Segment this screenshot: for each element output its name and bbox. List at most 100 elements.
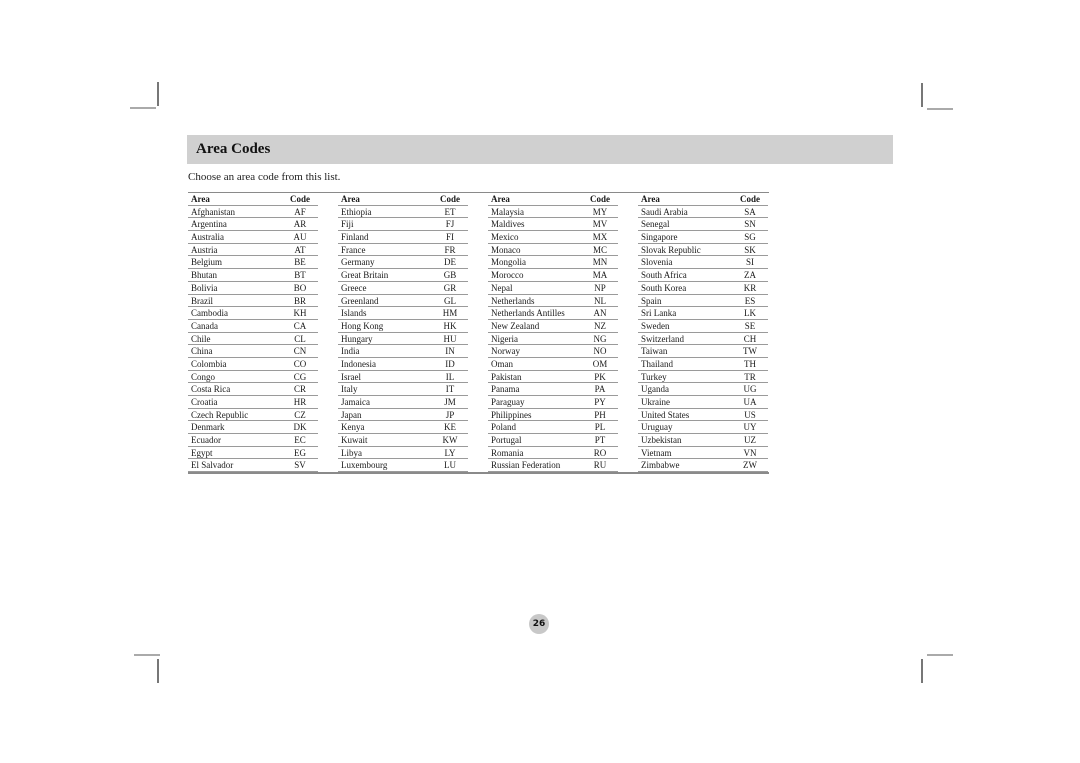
area-name: Jamaica [341, 397, 370, 407]
area-code: EG [294, 447, 306, 458]
table-row: Netherlands Antilles AN [488, 307, 618, 320]
table-row: Afghanistan AF [188, 206, 318, 219]
table-row: Senegal SN [638, 218, 768, 232]
area-name: Maldives [491, 219, 525, 230]
table-row: Zimbabwe ZW [638, 459, 768, 473]
area-name: Monaco [491, 244, 521, 255]
table-row: Belgium BE [188, 256, 318, 270]
table-row: Fiji FJ [338, 218, 468, 232]
page-number: 26 [529, 614, 549, 634]
table-row: Singapore SG [638, 231, 768, 244]
area-code: LY [444, 447, 456, 458]
table-row: Romania RO [488, 447, 618, 460]
area-code: ID [445, 358, 455, 369]
area-name: Uruguay [641, 422, 673, 433]
table-row: Hong Kong HK [338, 320, 468, 333]
area-name: Norway [491, 346, 520, 357]
area-code: PH [594, 409, 606, 420]
table-row: Italy IT [338, 383, 468, 396]
table-row: Brazil BR [188, 295, 318, 308]
area-name: Brazil [191, 295, 213, 306]
header-code: Code [590, 194, 610, 204]
area-code: UY [743, 422, 757, 433]
area-code: CG [293, 371, 307, 382]
table-row: Mexico MX [488, 231, 618, 244]
area-code: OM [592, 358, 608, 369]
table-row: New Zealand NZ [488, 320, 618, 333]
area-code: AT [294, 244, 306, 255]
table-row: China CN [188, 345, 318, 358]
area-code: BT [294, 270, 306, 281]
table-row: Cambodia KH [188, 307, 318, 320]
area-name: Singapore [641, 232, 678, 243]
area-name: Poland [491, 422, 517, 433]
table-row: Kenya KE [338, 421, 468, 435]
area-code: CZ [294, 409, 306, 420]
area-name: Russian Federation [491, 460, 561, 471]
crop-mark [130, 107, 156, 109]
area-name: Hong Kong [341, 320, 384, 331]
area-code: NL [594, 295, 606, 306]
area-name: Netherlands [491, 295, 535, 306]
area-code: US [744, 409, 756, 420]
area-code: AF [294, 206, 306, 217]
area-name: Oman [491, 358, 513, 369]
area-name: Sri Lanka [641, 308, 677, 319]
area-code: CA [293, 320, 307, 331]
area-name: Israel [341, 371, 361, 382]
table-row: Egypt EG [188, 447, 318, 460]
table-row: Portugal PT [488, 434, 618, 447]
area-code: IT [445, 384, 455, 395]
table-row: Netherlands NL [488, 295, 618, 308]
table-row: Slovak Republic SK [638, 244, 768, 257]
area-name: United States [641, 409, 690, 420]
table-row: Costa Rica CR [188, 383, 318, 396]
area-code: UZ [744, 435, 756, 446]
table-column: Area Code Saudi Arabia SA Senegal SN Singapore… [638, 193, 768, 473]
area-name: Romania [491, 447, 524, 458]
area-code: VN [743, 447, 757, 458]
area-code: PL [594, 422, 606, 433]
area-name: Uganda [641, 384, 669, 395]
table-row: Great Britain GB [338, 269, 468, 282]
area-code: GR [443, 282, 457, 293]
crop-mark [927, 108, 953, 110]
table-row: Paraguay PY [488, 396, 618, 409]
table-row: Pakistan PK [488, 371, 618, 384]
area-code: EC [294, 435, 306, 446]
area-name: Paraguay [491, 397, 525, 407]
header-code: Code [440, 194, 460, 204]
table-row: Greenland GL [338, 295, 468, 308]
area-name: Senegal [641, 219, 670, 230]
area-code: DE [444, 257, 456, 268]
table-row: Kuwait KW [338, 434, 468, 447]
area-name: Nigeria [491, 333, 518, 344]
table-row: Denmark DK [188, 421, 318, 435]
area-name: Kuwait [341, 435, 368, 446]
area-code: KW [442, 435, 458, 446]
area-name: Canada [191, 320, 218, 331]
area-code: SK [744, 244, 756, 255]
area-name: Japan [341, 409, 362, 420]
table-row: Sri Lanka LK [638, 307, 768, 320]
area-name: Afghanistan [191, 206, 235, 217]
area-code: UG [743, 384, 757, 395]
area-name: Argentina [191, 219, 227, 230]
table-row: Congo CG [188, 371, 318, 384]
area-name: Thailand [641, 358, 673, 369]
area-code: FJ [445, 219, 455, 230]
table-column: Area Code Afghanistan AF Argentina AR Australi… [188, 193, 318, 473]
area-name: Bhutan [191, 270, 217, 281]
table-row: Maldives MV [488, 218, 618, 232]
table-column: Area Code Ethiopia ET Fiji FJ Finland FI France F… [338, 193, 468, 473]
table-row: Chile CL [188, 333, 318, 346]
area-name: Australia [191, 232, 224, 243]
table-row: Taiwan TW [638, 345, 768, 358]
area-code: SE [744, 320, 756, 331]
area-name: Nepal [491, 282, 513, 293]
table-row: Libya LY [338, 447, 468, 460]
table-row: Canada CA [188, 320, 318, 333]
area-name: Taiwan [641, 346, 668, 357]
table-row: South Africa ZA [638, 269, 768, 282]
table-row: Mongolia MN [488, 256, 618, 270]
